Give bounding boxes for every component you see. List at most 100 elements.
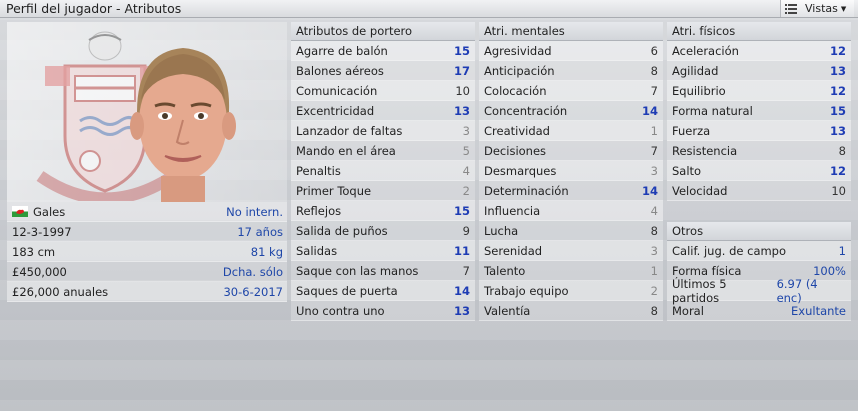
goalkeeping-row: Excentricidad 13 xyxy=(291,101,475,121)
attribute-label: Primer Toque xyxy=(296,183,372,198)
attribute-value: 1 xyxy=(838,243,846,258)
physical-row: Aceleración 12 xyxy=(667,41,851,61)
attribute-label: Agilidad xyxy=(672,63,719,78)
list-icon xyxy=(785,3,797,14)
wage-row: £26,000 anuales 30-6-2017 xyxy=(7,282,287,302)
birthdate-row: 12-3-1997 17 años xyxy=(7,222,287,242)
attribute-label: Creatividad xyxy=(484,123,550,138)
mental-row: Talento 1 xyxy=(479,261,663,281)
attribute-value: 10 xyxy=(455,83,470,98)
attribute-value: 2 xyxy=(462,183,470,198)
mental-row: Creatividad 1 xyxy=(479,121,663,141)
physical-row: Fuerza 13 xyxy=(667,121,851,141)
attribute-value: 7 xyxy=(650,83,658,98)
attribute-label: Moral xyxy=(672,303,704,318)
attribute-label: Excentricidad xyxy=(296,103,375,118)
attribute-label: Serenidad xyxy=(484,243,543,258)
attribute-label: Talento xyxy=(484,263,526,278)
attribute-value: 14 xyxy=(641,103,658,118)
attribute-label: Forma física xyxy=(672,263,742,278)
attribute-value: 15 xyxy=(453,43,470,58)
attribute-value: 15 xyxy=(453,203,470,218)
attribute-label: Desmarques xyxy=(484,163,557,178)
goalkeeping-row: Reflejos 15 xyxy=(291,201,475,221)
goalkeeping-row: Balones aéreos 17 xyxy=(291,61,475,81)
birthdate: 12-3-1997 xyxy=(12,224,72,239)
attribute-value: 7 xyxy=(462,263,470,278)
goalkeeping-row: Primer Toque 2 xyxy=(291,181,475,201)
attribute-label: Forma natural xyxy=(672,103,753,118)
contract-expiry[interactable]: 30-6-2017 xyxy=(223,285,283,299)
attribute-label: Calif. jug. de campo xyxy=(672,243,787,258)
attribute-label: Anticipación xyxy=(484,63,555,78)
goalkeeping-row: Penaltis 4 xyxy=(291,161,475,181)
mental-row: Lucha 8 xyxy=(479,221,663,241)
player-photo-area xyxy=(7,22,287,202)
attribute-value: 8 xyxy=(650,63,658,78)
attribute-value: 15 xyxy=(829,103,846,118)
attribute-value: 4 xyxy=(462,163,470,178)
mental-row: Colocación 7 xyxy=(479,81,663,101)
mental-row: Decisiones 7 xyxy=(479,141,663,161)
attribute-value: 2 xyxy=(650,283,658,298)
attribute-label: Agarre de balón xyxy=(296,43,388,58)
attribute-label: Equilibrio xyxy=(672,83,726,98)
mental-row: Trabajo equipo 2 xyxy=(479,281,663,301)
physical-row: Resistencia 8 xyxy=(667,141,851,161)
attribute-value: 8 xyxy=(838,143,846,158)
goalkeeping-row: Comunicación 10 xyxy=(291,81,475,101)
height-row: 183 cm 81 kg xyxy=(7,242,287,262)
attribute-label: Salto xyxy=(672,163,702,178)
goalkeeping-row: Agarre de balón 15 xyxy=(291,41,475,61)
attribute-value: 1 xyxy=(650,123,658,138)
goalkeeping-row: Uno contra uno 13 xyxy=(291,301,475,321)
attribute-value: Exultante xyxy=(791,303,846,318)
attribute-label: Colocación xyxy=(484,83,547,98)
attribute-value: 1 xyxy=(650,263,658,278)
nationality-label: Gales xyxy=(33,204,66,219)
attribute-label: Valentía xyxy=(484,303,531,318)
nationality-row: Gales No intern. xyxy=(7,202,287,222)
attribute-label: Decisiones xyxy=(484,143,547,158)
age: 17 años xyxy=(237,224,283,239)
attribute-value: 3 xyxy=(462,123,470,138)
physical-row: Equilibrio 12 xyxy=(667,81,851,101)
mental-row: Anticipación 8 xyxy=(479,61,663,81)
attribute-value: 6.97 (4 enc) xyxy=(776,276,818,305)
attribute-label: Resistencia xyxy=(672,143,738,158)
attribute-label: Lucha xyxy=(484,223,519,238)
title-bar: Perfil del jugador - Atributos Vistas ▼ xyxy=(0,0,858,18)
mental-row: Desmarques 3 xyxy=(479,161,663,181)
mental-row: Determinación 14 xyxy=(479,181,663,201)
attribute-label: Uno contra uno xyxy=(296,303,385,318)
weight: 81 kg xyxy=(250,244,283,259)
attribute-label: Salida de puños xyxy=(296,223,388,238)
international-status[interactable]: No intern. xyxy=(226,205,283,219)
mental-row: Agresividad 6 xyxy=(479,41,663,61)
attribute-value: 17 xyxy=(453,63,470,78)
physical-header: Atri. físicos xyxy=(667,22,851,41)
attribute-label: Reflejos xyxy=(296,203,342,218)
goalkeeping-attributes-panel: Atributos de portero Agarre de balón 15 Ba… xyxy=(291,22,475,321)
attribute-label: Aceleración xyxy=(672,43,739,58)
views-label: Vistas xyxy=(805,2,838,15)
attribute-label: Influencia xyxy=(484,203,541,218)
wales-flag-icon xyxy=(12,205,28,217)
attribute-label: Fuerza xyxy=(672,123,711,138)
page-title: Perfil del jugador - Atributos xyxy=(6,1,182,16)
attribute-value: 8 xyxy=(650,303,658,318)
player-panel: Gales No intern. 12-3-1997 17 años 183 c… xyxy=(7,22,287,322)
others-row: Últimos 5 partidos 6.97 (4 enc) xyxy=(667,277,851,305)
attribute-label: Penaltis xyxy=(296,163,341,178)
mental-row: Concentración 14 xyxy=(479,101,663,121)
views-button[interactable]: Vistas ▼ xyxy=(780,0,854,17)
attribute-value: 14 xyxy=(453,283,470,298)
attribute-label: Trabajo equipo xyxy=(484,283,569,298)
attribute-value: 3 xyxy=(650,243,658,258)
player-face xyxy=(130,48,236,202)
attribute-value: 8 xyxy=(650,223,658,238)
attribute-value: 3 xyxy=(650,163,658,178)
attribute-label: Concentración xyxy=(484,103,568,118)
attribute-value: 12 xyxy=(829,163,846,178)
attribute-value: 10 xyxy=(831,183,846,198)
